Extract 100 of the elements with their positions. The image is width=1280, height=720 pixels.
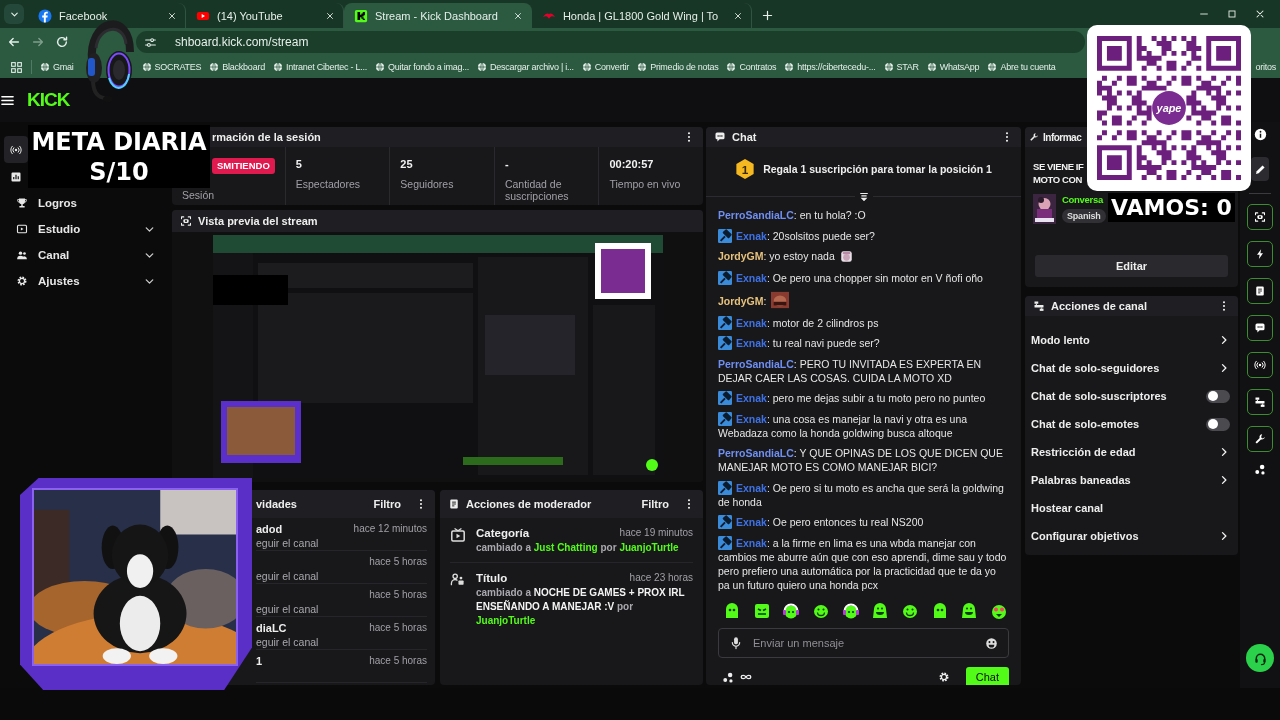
globe-icon xyxy=(987,62,998,72)
username-link[interactable]: PerroSandiaLC xyxy=(718,447,794,459)
username-link[interactable]: JordyGM xyxy=(718,250,764,262)
setting-label[interactable]: Modo lento xyxy=(1031,334,1090,346)
bookmark-link[interactable]: Abre tu cuenta xyxy=(1000,62,1056,72)
chat-button[interactable]: Chat xyxy=(965,666,1009,685)
timestamp: hace 5 horas xyxy=(369,556,427,569)
stat-value: - xyxy=(504,158,510,171)
chat-message: Exnak: Oe pero una chopper sin motor en V ñofi oño xyxy=(718,270,1009,285)
address-bar[interactable]: shboard.kick.com/stream xyxy=(136,31,1085,53)
username-link[interactable]: JordyGM xyxy=(718,295,764,307)
message-input[interactable]: Enviar un mensaje xyxy=(753,637,975,649)
site-icon xyxy=(354,8,368,23)
stat-value: 00:20:57 xyxy=(609,158,655,171)
brand-logo: yape xyxy=(1152,91,1186,125)
username-link[interactable]: PerroSandiaLC xyxy=(718,357,794,370)
sidebar-item[interactable]: Canal xyxy=(4,242,166,268)
username-link[interactable]: Exnak xyxy=(736,337,767,349)
filter-button[interactable]: Filtro xyxy=(641,498,669,510)
username-link[interactable]: Exnak xyxy=(736,412,767,425)
username-link[interactable]: Exnak xyxy=(736,392,767,404)
back-icon[interactable] xyxy=(7,35,21,49)
bookmark-link[interactable]: Descargar archivo | i... xyxy=(490,62,574,72)
tab-list-button[interactable] xyxy=(4,4,24,24)
globe-icon xyxy=(637,62,648,72)
new-tab-icon[interactable] xyxy=(761,9,775,22)
toggle-switch[interactable] xyxy=(1206,417,1230,431)
bookmark-link[interactable]: oritos xyxy=(1255,62,1280,72)
note-button[interactable] xyxy=(1247,278,1273,304)
reload-icon[interactable] xyxy=(55,35,69,49)
activity-text: eguir el canal xyxy=(256,570,320,582)
microphone-icon[interactable] xyxy=(729,636,743,650)
bookmark-link[interactable]: Quitar fondo a imag... xyxy=(387,62,469,72)
settings-icon[interactable] xyxy=(937,671,950,683)
setting-label[interactable]: Palabras baneadas xyxy=(1031,474,1131,486)
username-link[interactable]: Exnak xyxy=(736,516,767,528)
username-link[interactable]: PerroSandiaLC xyxy=(718,209,794,221)
nodes-icon[interactable] xyxy=(722,670,735,684)
emote-icon[interactable] xyxy=(838,249,854,264)
sidebar-item[interactable]: Ajustes xyxy=(4,268,166,294)
forward-icon[interactable] xyxy=(31,35,45,49)
username-link[interactable]: Exnak xyxy=(736,271,767,284)
bookmark-link[interactable]: Contratos xyxy=(739,62,777,72)
close-icon[interactable] xyxy=(325,10,335,21)
site-settings-icon[interactable] xyxy=(144,35,157,49)
username-link[interactable]: Exnak xyxy=(736,481,767,494)
close-icon[interactable] xyxy=(733,10,744,21)
restore-icon[interactable] xyxy=(1226,8,1238,20)
focus-button[interactable] xyxy=(1247,204,1273,230)
username-link[interactable]: JuanjoTurtle xyxy=(619,542,679,553)
layout-button[interactable] xyxy=(1247,389,1273,415)
stat-label: Seguidores xyxy=(400,178,455,190)
category-link[interactable]: Conversa xyxy=(1062,194,1106,205)
broadcast-button[interactable] xyxy=(1247,352,1273,378)
bookmark-link[interactable]: Intranet Cibertec - L... xyxy=(285,62,367,72)
edit-button[interactable]: Editar xyxy=(1035,255,1228,277)
setting-label[interactable]: Restricción de edad xyxy=(1031,446,1136,458)
bolt-button[interactable] xyxy=(1247,241,1273,267)
bookmark-link[interactable]: WhatsApp xyxy=(939,62,980,72)
sidebar-item[interactable]: Logros xyxy=(4,190,166,216)
close-icon[interactable] xyxy=(1254,8,1266,20)
bookmark-link[interactable]: STAR xyxy=(896,62,919,72)
moderator-badge-icon xyxy=(718,411,732,426)
toggle-switch[interactable] xyxy=(1206,389,1230,403)
category-link[interactable]: Just Chatting xyxy=(533,542,598,553)
emoji-icon[interactable] xyxy=(985,636,998,650)
stat-label: Sesión xyxy=(182,189,216,201)
username-link[interactable]: Exnak xyxy=(736,229,767,242)
nodes-icon[interactable] xyxy=(1253,463,1267,476)
activity-text: eguir el canal xyxy=(256,603,320,615)
sidebar-item[interactable] xyxy=(4,136,28,163)
browser-tab[interactable]: Stream - Kick Dashboard xyxy=(344,3,532,28)
wrench-button[interactable] xyxy=(1247,426,1273,452)
logo[interactable]: KICK xyxy=(27,89,70,111)
username-link[interactable]: Exnak xyxy=(736,536,767,549)
setting-label[interactable]: Hostear canal xyxy=(1031,502,1104,514)
chat-message: Exnak: a la firme en lima es una wbda manejar con cambios me aburre aún que con eso aprendi, dime sau y todo pero prefiero una automática por la practicidad que te da yo pa un futuro quiero una honda pcx xyxy=(718,535,1008,592)
bookmark-link[interactable]: Gmai xyxy=(53,62,74,72)
globe-icon xyxy=(726,62,737,72)
help-button[interactable] xyxy=(1246,644,1274,672)
close-icon[interactable] xyxy=(512,10,523,21)
edit-button[interactable] xyxy=(1251,157,1269,181)
setting-label[interactable]: Chat de solo-seguidores xyxy=(1031,362,1160,374)
bookmark-link[interactable]: https://cibertecedu-... xyxy=(797,62,876,72)
chat-button[interactable] xyxy=(1247,315,1273,341)
sidebar-item[interactable]: Estudio xyxy=(4,216,166,242)
close-icon[interactable] xyxy=(167,10,177,21)
bookmark-link[interactable]: Blackboard xyxy=(222,62,265,72)
filter-button[interactable]: Filtro xyxy=(373,498,401,510)
message-field[interactable]: Enviar un mensaje xyxy=(718,628,1009,658)
bookmark-link[interactable]: SOCRATES xyxy=(154,62,202,72)
globe-icon xyxy=(926,62,937,72)
username-link[interactable]: Exnak xyxy=(736,316,767,329)
bookmark-link[interactable]: Convertir xyxy=(594,62,630,72)
globe-icon xyxy=(40,62,50,72)
setting-label[interactable]: Configurar objetivos xyxy=(1031,530,1139,542)
apps-icon[interactable] xyxy=(10,60,23,74)
bookmark-link[interactable]: Primedio de notas xyxy=(650,62,719,72)
username-link[interactable]: JuanjoTurtle xyxy=(476,615,536,626)
chat-message: PerroSandiaLC: en tu hola? :O xyxy=(718,208,867,222)
